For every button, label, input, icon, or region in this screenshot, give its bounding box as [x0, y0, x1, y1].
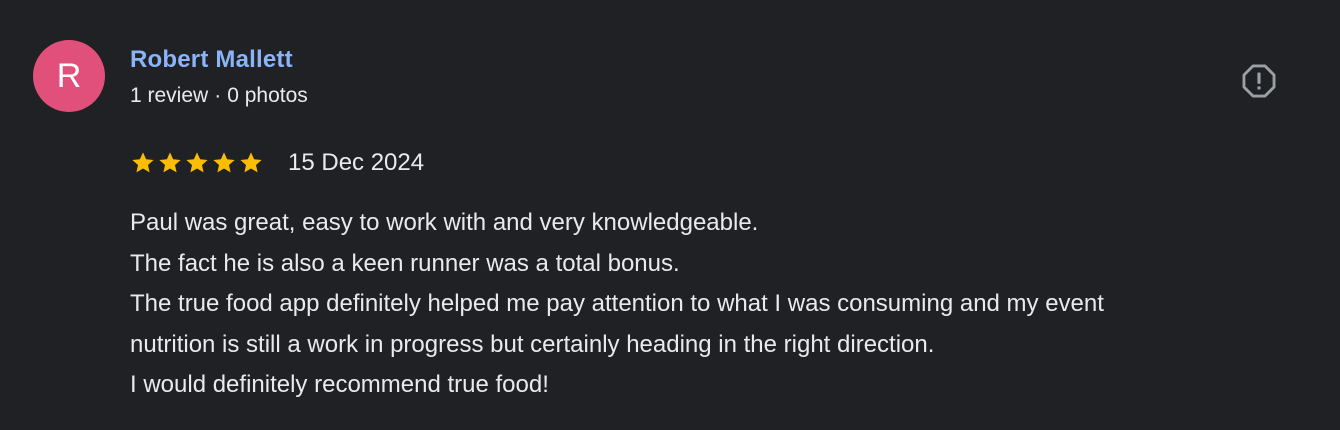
star-icon — [186, 152, 208, 173]
star-rating — [130, 150, 264, 176]
meta-separator: · — [214, 84, 222, 107]
star-icon — [240, 152, 262, 173]
rating-row: 15 Dec 2024 — [130, 148, 424, 178]
star-icon — [159, 152, 181, 173]
star-icon — [213, 152, 235, 173]
author-meta: 1 review · 0 photos — [130, 84, 308, 108]
review-text-line: nutrition is still a work in progress bu… — [130, 330, 935, 358]
review-text: Paul was great, easy to work with and ve… — [130, 203, 1320, 406]
report-icon — [1242, 64, 1276, 98]
report-button[interactable] — [1240, 62, 1278, 100]
review-text-line: The true food app definitely helped me p… — [130, 290, 1104, 317]
review-count: 1 review — [130, 84, 209, 107]
star-icon — [132, 152, 154, 173]
photo-count: 0 photos — [227, 84, 308, 107]
review-text-line: Paul was great, easy to work with and ve… — [130, 209, 759, 236]
author-name-link[interactable]: Robert Mallett — [130, 46, 293, 74]
avatar-initial: R — [56, 57, 82, 95]
avatar[interactable]: R — [33, 40, 105, 112]
review-text-line: I would definitely recommend true food! — [130, 371, 549, 398]
review-date: 15 Dec 2024 — [288, 149, 425, 176]
review-card: R Robert Mallett 1 review · 0 photos 15 De… — [0, 0, 1340, 430]
review-text-line: The fact he is also a keen runner was a … — [130, 249, 680, 277]
